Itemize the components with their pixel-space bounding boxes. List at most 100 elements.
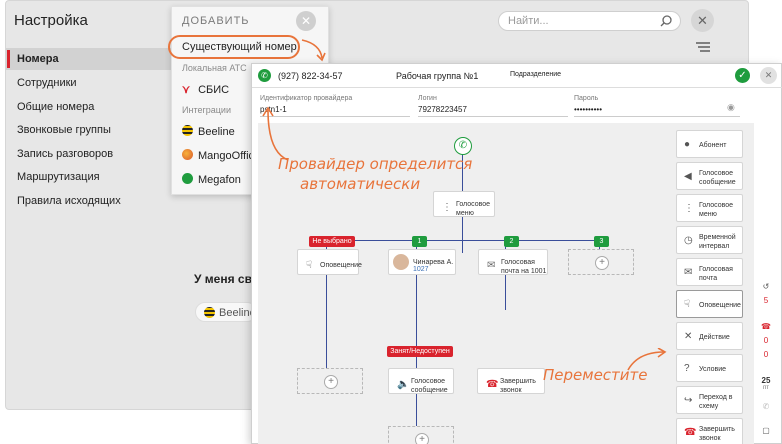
sbis-item[interactable]: ⋎ СБИС xyxy=(182,83,229,96)
connector xyxy=(326,240,599,241)
call-back-icon[interactable]: ↺ xyxy=(756,282,776,291)
sidebar-item-call-groups[interactable]: Звонковые группы xyxy=(17,124,111,136)
confirm-check-icon[interactable]: ✓ xyxy=(735,68,750,83)
date-unit: пт xyxy=(763,385,769,391)
speaker-icon: 🔈 xyxy=(397,379,410,390)
avatar xyxy=(393,254,409,270)
panel-close-icon[interactable]: ✕ xyxy=(760,67,777,84)
tools-icon: ✕ xyxy=(684,331,693,342)
provider-note: Провайдер определится xyxy=(278,155,473,173)
mango-logo-icon xyxy=(182,149,193,160)
dropdown-close-icon[interactable]: ✕ xyxy=(296,11,316,31)
badge-2: 2 xyxy=(504,236,519,247)
missed-count: 5 xyxy=(763,296,769,305)
eye-icon[interactable]: ◉ xyxy=(727,102,735,113)
provider-id-label: Идентификатор провайдера xyxy=(260,95,353,102)
badge-busy: Занят/Недоступен xyxy=(387,346,453,357)
number-editor-panel: ✆ (927) 822-34-57 Рабочая группа №1 Подр… xyxy=(251,63,782,444)
phone-number: (927) 822-34-57 xyxy=(278,71,343,81)
voicemail-icon: ✉ xyxy=(487,260,496,271)
search-input[interactable]: Найти... xyxy=(498,11,681,31)
beeline-logo-icon xyxy=(182,125,193,136)
voicemail-node[interactable]: ✉ Голосовая почта на 1001 xyxy=(478,249,548,275)
clock-icon: ◷ xyxy=(684,235,693,246)
section-local-pbx: Локальная АТС xyxy=(182,63,247,73)
sidebar-item-routing[interactable]: Маршрутизация xyxy=(17,171,100,183)
tool-voice-menu[interactable]: ⋮ Голосовое меню xyxy=(676,194,743,222)
empty-slot[interactable]: + xyxy=(568,249,634,275)
incoming-call-icon: ✆ xyxy=(454,137,472,155)
add-icon[interactable]: + xyxy=(595,256,609,270)
provider-note-line2: автоматически xyxy=(300,175,421,193)
empty-slot[interactable]: + xyxy=(388,426,454,444)
badge-not-selected: Не выбрано xyxy=(309,236,355,247)
voice-message-node[interactable]: 🔈 Голосовое сообщение xyxy=(388,368,454,394)
sidebar-item-outgoing-rules[interactable]: Правила исходящих xyxy=(17,195,121,207)
tool-end-call[interactable]: ☎ Завершить звонок xyxy=(676,418,743,444)
beeline-pill[interactable]: Beeline xyxy=(195,302,257,322)
password-field[interactable]: •••••••••• xyxy=(574,105,740,117)
existing-number-item[interactable]: Существующий номер xyxy=(182,41,297,53)
tool-subscriber[interactable]: ● Абонент xyxy=(676,130,743,158)
phone-icon: ✆ xyxy=(258,69,271,82)
phone-icon[interactable]: ✆ xyxy=(756,402,776,411)
beeline-item[interactable]: Beeline xyxy=(182,125,235,138)
dropdown-header: ДОБАВИТЬ xyxy=(182,15,250,27)
voicemail-icon: ✉ xyxy=(684,267,693,278)
arrow-annotation xyxy=(301,39,326,62)
tool-voice-message[interactable]: ◀ Голосовое сообщение xyxy=(676,162,743,190)
badge-3: 3 xyxy=(594,236,609,247)
counter-3: 0 xyxy=(763,350,769,359)
tool-action[interactable]: ✕ Действие xyxy=(676,322,743,350)
question-icon: ? xyxy=(684,363,690,374)
hangup-icon: ☎ xyxy=(486,379,499,390)
alert-node[interactable]: ☟ Оповещение xyxy=(297,249,362,275)
menu-icon: ⋮ xyxy=(684,203,694,214)
beeline-logo-icon xyxy=(204,307,215,318)
sidebar-item-call-recording[interactable]: Запись разговоров xyxy=(17,148,113,160)
megafon-item[interactable]: Megafon xyxy=(182,173,241,186)
date-day[interactable]: 25 xyxy=(756,376,776,385)
sidebar-item-employees[interactable]: Сотрудники xyxy=(17,77,77,89)
empty-slot[interactable]: + xyxy=(297,368,363,394)
employee-node[interactable]: Чинарева А. 1027 xyxy=(388,249,456,275)
end-call-node[interactable]: ☎ Завершить звонок xyxy=(477,368,545,394)
department[interactable]: Подразделение xyxy=(510,71,561,78)
search-placeholder: Найти... xyxy=(508,15,549,27)
speaker-icon: ◀ xyxy=(684,171,692,182)
tool-condition[interactable]: ? Условие xyxy=(676,354,743,382)
tool-time-interval[interactable]: ◷ Временной интервал xyxy=(676,226,743,254)
password-label: Пароль xyxy=(574,95,599,102)
work-group[interactable]: Рабочая группа №1 xyxy=(396,71,478,81)
close-icon[interactable]: ✕ xyxy=(691,9,714,32)
alert-icon: ☟ xyxy=(684,299,691,310)
chat-icon[interactable]: ▢ xyxy=(756,426,776,435)
arrow-annotation xyxy=(627,348,667,371)
tool-jump-to-scheme[interactable]: ↪ Переход в схему xyxy=(676,386,743,414)
jump-icon: ↪ xyxy=(684,395,693,406)
add-icon[interactable]: + xyxy=(324,375,338,389)
voice-menu-icon: ⋮ xyxy=(442,202,452,213)
tool-voicemail[interactable]: ✉ Голосовая почта xyxy=(676,258,743,286)
list-menu-icon[interactable] xyxy=(696,42,710,54)
voice-menu-node[interactable]: ⋮ Голосовое меню xyxy=(433,191,495,217)
login-label: Логин xyxy=(418,95,437,102)
login-field[interactable]: 79278223457 xyxy=(418,105,568,117)
add-icon[interactable]: + xyxy=(415,433,429,444)
panel-header: ✆ (927) 822-34-57 Рабочая группа №1 Подр… xyxy=(252,64,782,88)
mango-item[interactable]: MangoOffice xyxy=(182,149,260,162)
megafon-logo-icon xyxy=(182,173,193,184)
sidebar-active-marker xyxy=(7,50,10,68)
badge-1: 1 xyxy=(412,236,427,247)
page-title: Настройка xyxy=(14,12,88,29)
search-icon xyxy=(660,15,672,27)
sidebar-item-numbers[interactable]: Номера xyxy=(17,53,59,65)
counter-2: 0 xyxy=(763,336,769,345)
sidebar-item-common-numbers[interactable]: Общие номера xyxy=(17,101,94,113)
section-integrations: Интеграции xyxy=(182,105,231,115)
missed-call-icon[interactable]: ☎ xyxy=(756,322,776,331)
alert-icon: ☟ xyxy=(306,260,313,271)
tool-alert[interactable]: ☟ Оповещение xyxy=(676,290,743,318)
arrow-annotation xyxy=(262,106,289,161)
user-icon: ● xyxy=(684,139,691,150)
